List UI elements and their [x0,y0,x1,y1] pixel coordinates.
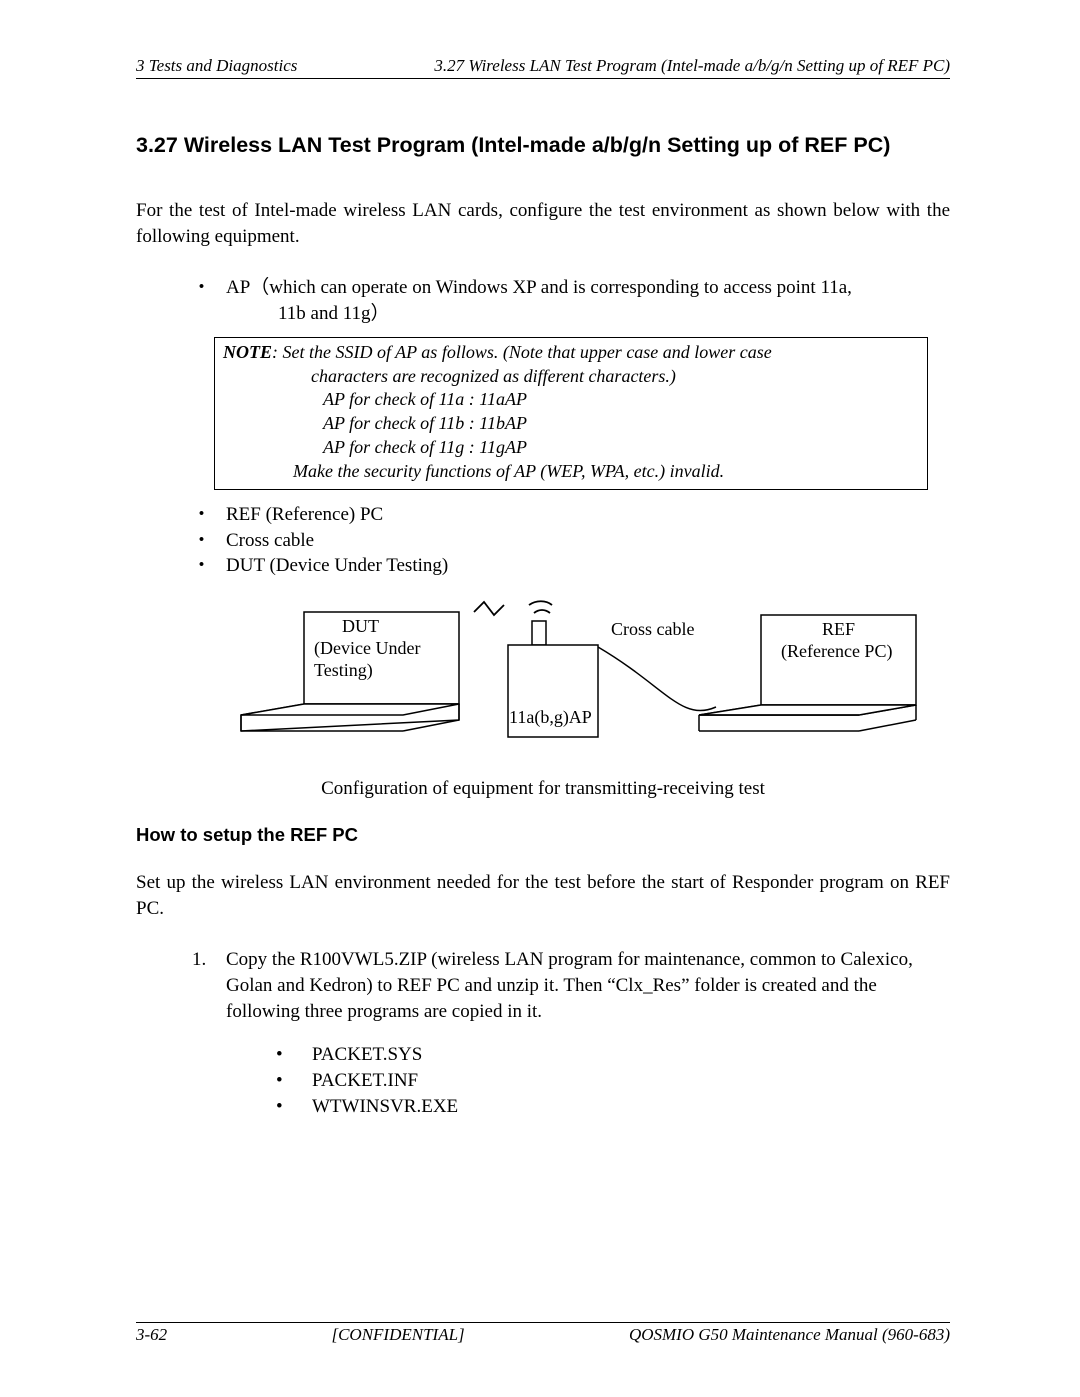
list-item-ap-text: AP（which can operate on Windows XP and i… [226,277,852,298]
bullet-dot-icon: ・ [192,553,226,579]
header-right: 3.27 Wireless LAN Test Program (Intel-ma… [434,56,950,76]
program-item-2: • PACKET.INF [276,1068,950,1094]
list-item-ref-pc-text: REF (Reference) PC [226,502,383,528]
bullet-dot-icon: • [276,1042,312,1068]
note-line-4: AP for check of 11b : 11bAP [223,412,919,436]
program-list: • PACKET.SYS • PACKET.INF • WTWINSVR.EXE [276,1042,950,1119]
program-2-text: PACKET.INF [312,1068,418,1094]
svg-text:(Device Under: (Device Under [314,638,420,659]
section-heading: 3.27 Wireless LAN Test Program (Intel-ma… [136,131,950,160]
footer-left: 3-62 [136,1325,167,1345]
bullet-dot-icon: ・ [192,275,226,326]
note-line-3: AP for check of 11a : 11aAP [223,388,919,412]
footer-center: [CONFIDENTIAL] [331,1325,464,1345]
list-item-ap-sub: 11b and 11g） [278,301,852,327]
note-line1-rest: : Set the SSID of AP as follows. (Note t… [272,342,772,362]
bullet-dot-icon: ・ [192,528,226,554]
bullet-dot-icon: ・ [192,502,226,528]
equipment-diagram: DUT (Device Under Testing) 11a(b,g)AP Cr… [136,597,950,772]
diagram-svg: DUT (Device Under Testing) 11a(b,g)AP Cr… [226,597,926,767]
diagram-dut-label: DUT [342,616,379,636]
program-3-text: WTWINSVR.EXE [312,1094,458,1120]
setup-steps: 1. Copy the R100VWL5.ZIP (wireless LAN p… [192,947,950,1024]
note-line-5: AP for check of 11g : 11gAP [223,436,919,460]
equipment-list: ・ AP（which can operate on Windows XP and… [192,275,950,326]
sub-heading: How to setup the REF PC [136,824,950,846]
setup-paragraph: Set up the wireless LAN environment need… [136,870,950,921]
step-1-marker: 1. [192,947,226,1024]
intro-paragraph: For the test of Intel-made wireless LAN … [136,198,950,249]
program-1-text: PACKET.SYS [312,1042,422,1068]
program-item-3: • WTWINSVR.EXE [276,1094,950,1120]
header-left: 3 Tests and Diagnostics [136,56,297,76]
svg-text:Testing): Testing) [314,660,373,681]
program-item-1: • PACKET.SYS [276,1042,950,1068]
list-item-dut: ・ DUT (Device Under Testing) [192,553,950,579]
svg-text:Cross cable: Cross cable [611,619,694,639]
list-item-dut-text: DUT (Device Under Testing) [226,553,448,579]
note-line-1: NOTE: Set the SSID of AP as follows. (No… [223,341,919,365]
footer-right: QOSMIO G50 Maintenance Manual (960-683) [629,1325,950,1345]
diagram-caption: Configuration of equipment for transmitt… [136,778,950,800]
page-header: 3 Tests and Diagnostics 3.27 Wireless LA… [136,56,950,79]
bullet-dot-icon: • [276,1068,312,1094]
step-1: 1. Copy the R100VWL5.ZIP (wireless LAN p… [192,947,950,1024]
step-1-text: Copy the R100VWL5.ZIP (wireless LAN prog… [226,947,950,1024]
note-line-2: characters are recognized as different c… [223,365,919,389]
svg-text:11a(b,g)AP: 11a(b,g)AP [509,707,592,728]
note-line-6: Make the security functions of AP (WEP, … [223,460,919,484]
bullet-dot-icon: • [276,1094,312,1120]
list-item-cross-cable-text: Cross cable [226,528,314,554]
page-footer: 3-62 [CONFIDENTIAL] QOSMIO G50 Maintenan… [136,1322,950,1345]
note-box: NOTE: Set the SSID of AP as follows. (No… [214,337,928,491]
note-label: NOTE [223,342,272,362]
svg-text:REF: REF [822,619,855,639]
equipment-list-continued: ・ REF (Reference) PC ・ Cross cable ・ DUT… [192,502,950,579]
list-item-cross-cable: ・ Cross cable [192,528,950,554]
svg-text:(Reference PC): (Reference PC) [781,641,892,662]
list-item-ap: ・ AP（which can operate on Windows XP and… [192,275,950,326]
list-item-ref-pc: ・ REF (Reference) PC [192,502,950,528]
